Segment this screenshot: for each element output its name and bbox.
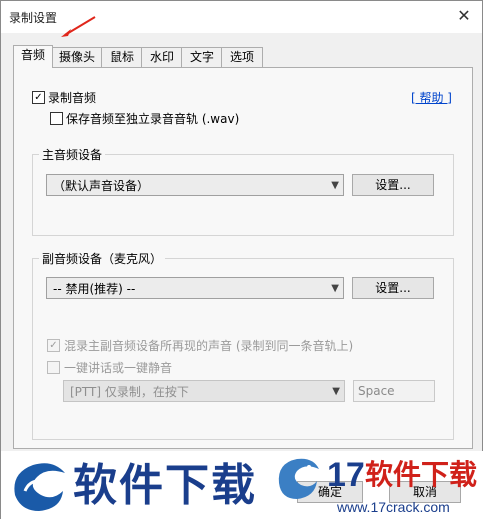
tab-audio[interactable]: 音频 xyxy=(13,45,53,68)
chevron-down-icon: ▼ xyxy=(332,386,340,397)
chevron-down-icon: ▼ xyxy=(331,283,339,294)
record-audio-checkbox[interactable]: ✓ xyxy=(32,91,45,104)
watermark-left-text: 软件下载 xyxy=(73,460,257,511)
save-separate-label: 保存音频至独立录音音轨 (.wav) xyxy=(66,112,240,126)
site-watermark: 软件下载 确定 取消 17 软件下载 www.17crack.com xyxy=(1,451,483,520)
secondary-device-value: -- 禁用(推荐) -- xyxy=(53,282,136,296)
watermark-right-text: 软件下载 xyxy=(365,458,478,491)
primary-settings-button[interactable]: 设置... xyxy=(352,174,434,196)
primary-device-legend: 主音频设备 xyxy=(39,146,106,163)
secondary-settings-button[interactable]: 设置... xyxy=(352,277,434,299)
record-audio-label: 录制音频 xyxy=(48,91,97,105)
save-separate-checkbox[interactable] xyxy=(50,112,63,125)
ptt-mode-select[interactable]: [PTT] 仅录制，在按下 ▼ xyxy=(63,380,345,402)
tab-mouse[interactable]: 鼠标 xyxy=(101,47,143,67)
primary-device-value: （默认声音设备） xyxy=(53,179,150,193)
secondary-device-legend: 副音频设备（麦克风） xyxy=(39,250,166,267)
ptt-label: 一键讲话或一键静音 xyxy=(64,361,173,375)
ptt-mode-value: [PTT] 仅录制，在按下 xyxy=(70,385,189,399)
dragon-logo-icon xyxy=(14,463,66,511)
close-icon[interactable]: ✕ xyxy=(452,5,476,27)
chevron-down-icon: ▼ xyxy=(331,180,339,191)
watermark-url: www.17crack.com xyxy=(337,499,450,515)
help-link[interactable]: [ 帮助 ] xyxy=(411,89,452,106)
dragon-logo-icon xyxy=(278,458,319,499)
ptt-key-field[interactable]: Space xyxy=(353,380,435,402)
secondary-device-group: 副音频设备（麦克风） -- 禁用(推荐) -- ▼ 设置... ✓ 混录主副音频… xyxy=(32,250,454,440)
audio-tab-panel: ✓ 录制音频 [ 帮助 ] 保存音频至独立录音音轨 (.wav) 主音频设备 （… xyxy=(13,67,473,449)
recording-settings-dialog: 录制设置 ✕ 音频 摄像头 鼠标 水印 文字 选项 ✓ 录制音频 [ 帮助 ] … xyxy=(0,0,483,520)
tab-text[interactable]: 文字 xyxy=(181,47,223,67)
primary-device-group: 主音频设备 （默认声音设备） ▼ 设置... xyxy=(32,146,454,236)
mix-audio-label: 混录主副音频设备所再现的声音 (录制到同一条音轨上) xyxy=(64,339,354,353)
red-arrow-icon xyxy=(61,16,96,37)
watermark-number: 17 xyxy=(327,456,365,494)
tab-options[interactable]: 选项 xyxy=(221,47,263,67)
tab-camera[interactable]: 摄像头 xyxy=(51,47,103,67)
primary-device-select[interactable]: （默认声音设备） ▼ xyxy=(46,174,344,196)
tab-watermark[interactable]: 水印 xyxy=(141,47,183,67)
secondary-device-select[interactable]: -- 禁用(推荐) -- ▼ xyxy=(46,277,344,299)
mix-audio-checkbox[interactable]: ✓ xyxy=(47,339,60,352)
ptt-checkbox[interactable] xyxy=(47,361,60,374)
window-title: 录制设置 xyxy=(9,11,58,25)
